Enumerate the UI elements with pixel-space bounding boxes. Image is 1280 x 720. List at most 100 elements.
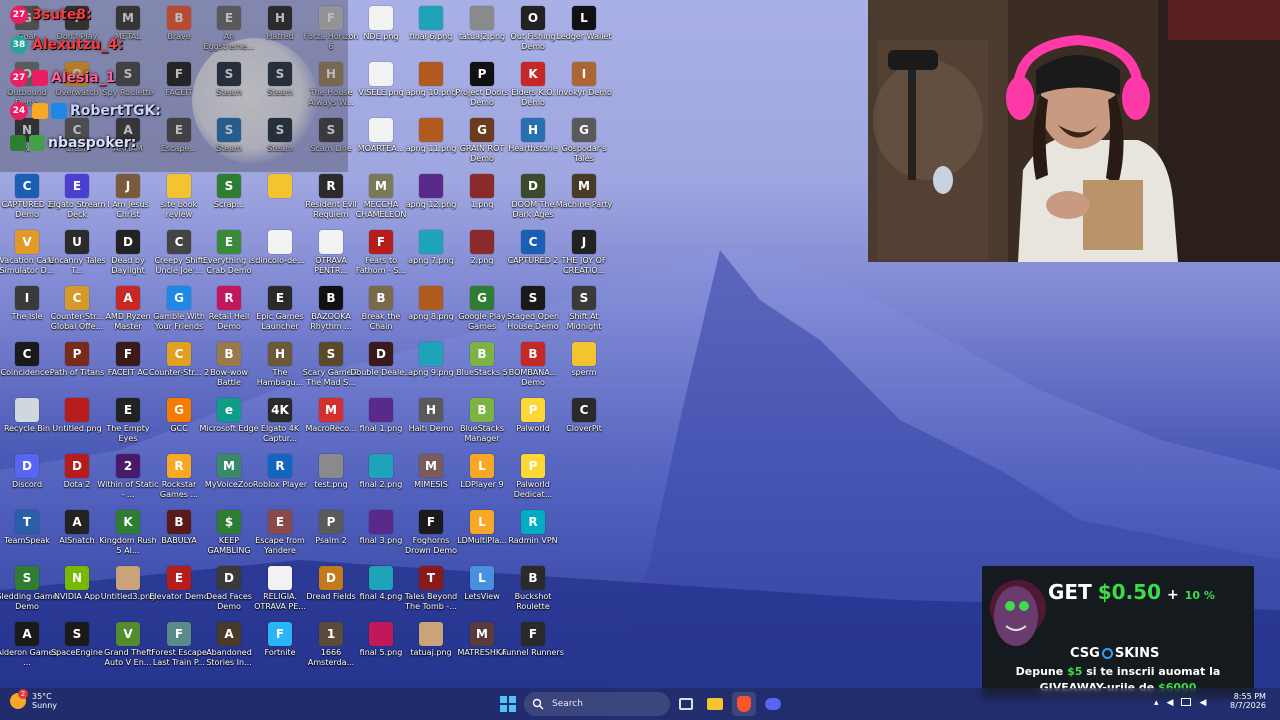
desktop-icon[interactable]: G GRAIN ROT Demo	[455, 114, 509, 170]
desktop-icon[interactable]: A Alderon Games ...	[0, 618, 58, 674]
desktop-icon[interactable]: L Ledger Wallet	[557, 2, 611, 58]
desktop-icon[interactable]: O Out Fishing Demo	[506, 2, 560, 58]
desktop-icon[interactable]	[253, 170, 307, 226]
desktop-icon[interactable]: 4K Elgato 4K Captur...	[253, 394, 307, 450]
desktop-icon[interactable]: G Gospodar's Tales	[557, 114, 611, 170]
desktop-icon[interactable]: K Elders K.O. Demo	[506, 58, 560, 114]
taskbar-file-explorer[interactable]	[703, 692, 727, 716]
desktop-icon[interactable]: D Discord	[0, 450, 54, 506]
desktop-icon[interactable]: C CAPTURED 2	[506, 226, 560, 282]
desktop-icon[interactable]: Recycle Bin	[0, 394, 54, 450]
desktop-icon[interactable]: tatuaj.png	[404, 618, 458, 674]
desktop-icon[interactable]: M MECCHA CHAMELEON	[354, 170, 408, 226]
desktop-icon[interactable]: Untitled3.png	[101, 562, 155, 618]
desktop-icon[interactable]: M MacroReco...	[304, 394, 358, 450]
desktop-icon[interactable]: L LetsView	[455, 562, 509, 618]
desktop-icon[interactable]: D Dread Fields	[304, 562, 358, 618]
taskbar-discord[interactable]	[761, 692, 785, 716]
taskbar-search-box[interactable]: Search	[524, 692, 670, 716]
desktop-icon[interactable]: C Coincidences	[0, 338, 54, 394]
desktop-icon[interactable]: B Buckshot Roulette	[506, 562, 560, 618]
desktop-icon[interactable]: final 6.png	[404, 2, 458, 58]
desktop-icon[interactable]: D DOOM The Dark Ages	[506, 170, 560, 226]
desktop-icon[interactable]: H The Hambagu...	[253, 338, 307, 394]
desktop-icon[interactable]: E Everything is Crab Demo	[202, 226, 256, 282]
desktop-icon[interactable]: apng 7.png	[404, 226, 458, 282]
desktop-icon[interactable]: S Scary Game 2 The Mad S...	[303, 338, 359, 394]
desktop-icon[interactable]: G Google Play Games	[455, 282, 509, 338]
desktop-icon[interactable]: S Scrap...	[202, 170, 256, 226]
desktop-icon[interactable]: N NVIDIA App	[50, 562, 104, 618]
desktop-icon[interactable]: I Invokyr Demo	[556, 58, 612, 114]
desktop-icon[interactable]: B BOMBANA... Demo	[506, 338, 560, 394]
desktop-icon[interactable]: P Palworld Dedicat...	[506, 450, 560, 506]
desktop-icon[interactable]: M MATRESHKA	[455, 618, 509, 674]
desktop-icon[interactable]: L LDPlayer 9	[455, 450, 509, 506]
desktop-icon[interactable]: 2.png	[455, 226, 509, 282]
desktop-icon[interactable]: JI Am Jesus Christ	[101, 170, 155, 226]
desktop-icon[interactable]: B BlueStacks 5	[455, 338, 509, 394]
desktop-icon[interactable]: e Microsoft Edge	[199, 394, 259, 450]
desktop-icon[interactable]: A AISnatch	[50, 506, 104, 562]
desktop-icon[interactable]: E Epic Games Launcher	[253, 282, 307, 338]
desktop-icon[interactable]: S Staged Open House Demo	[506, 282, 560, 338]
desktop-icon[interactable]: apng 11.png	[404, 114, 458, 170]
start-button[interactable]	[496, 692, 520, 716]
desktop-icon[interactable]: R Roblox Player	[253, 450, 307, 506]
desktop-icon[interactable]: site book review	[152, 170, 206, 226]
desktop-icon[interactable]: Untitled.png	[50, 394, 104, 450]
desktop-icon[interactable]: E Elgato Stream Deck	[49, 170, 105, 226]
desktop-icon[interactable]: T TeamSpeak	[0, 506, 54, 562]
desktop-icon[interactable]: B BlueStacks Manager	[455, 394, 509, 450]
volume-icon[interactable]: ◀	[1199, 698, 1206, 708]
taskbar-brave[interactable]	[732, 692, 756, 716]
desktop-icon[interactable]: T Tales Beyond The Tomb -...	[404, 562, 458, 618]
desktop-icon[interactable]: apng 8.png	[404, 282, 458, 338]
desktop-icon[interactable]: final 2.png	[354, 450, 408, 506]
desktop-icon[interactable]: F FACEIT AC	[101, 338, 155, 394]
speaker-icon[interactable]: ◀	[1167, 698, 1174, 708]
desktop-icon[interactable]: A AMD Ryzen Master	[101, 282, 155, 338]
desktop-icon[interactable]: 1.png	[455, 170, 509, 226]
desktop-icon[interactable]: D Dota 2	[50, 450, 104, 506]
taskbar-task-view[interactable]	[674, 692, 698, 716]
desktop-icon[interactable]: E Escape from Yandere	[253, 506, 307, 562]
desktop-icon[interactable]: tatuaj2.png	[455, 2, 509, 58]
desktop-icon[interactable]: P Project Doors Demo	[455, 58, 509, 114]
desktop-icon[interactable]: J THE JOY OF CREATIO...	[557, 226, 611, 282]
desktop-icon[interactable]: $ KEEP GAMBLING	[202, 506, 256, 562]
desktop-icon[interactable]: P Palworld	[506, 394, 560, 450]
network-icon[interactable]	[1181, 698, 1192, 706]
desktop-icon[interactable]: sperm	[557, 338, 611, 394]
desktop-icon[interactable]: D Double Deale...	[350, 338, 412, 394]
desktop-icon[interactable]: U Uncanny Tales T...	[48, 226, 106, 282]
desktop-icon[interactable]: P Path of Titans	[50, 338, 104, 394]
desktop-icon[interactable]: S Shift At Midnight	[557, 282, 611, 338]
desktop-icon[interactable]: S Sledding Game Demo	[0, 562, 58, 618]
desktop-icon[interactable]: C Counter-Str... Global Offe...	[50, 282, 104, 338]
desktop-icon[interactable]: B Break the Chain	[354, 282, 408, 338]
desktop-icon[interactable]: apng 9.png	[404, 338, 458, 394]
desktop-icon[interactable]: F Funnel Runners	[502, 618, 564, 674]
desktop-icon[interactable]: K Kingdom Rush 5 Al...	[99, 506, 157, 562]
desktop-icon[interactable]: R Radmin VPN	[506, 506, 560, 562]
desktop-icon[interactable]: R Rockstar Games ...	[152, 450, 206, 506]
desktop-icon[interactable]: final 5.png	[354, 618, 408, 674]
desktop-icon[interactable]: D Dead by Daylight	[101, 226, 155, 282]
desktop-icon[interactable]: R Retail Hell Demo	[202, 282, 256, 338]
desktop-icon[interactable]: M MIMESIS	[404, 450, 458, 506]
desktop-icon[interactable]: S SpaceEngine	[50, 618, 104, 674]
desktop-icon[interactable]: A Abandoned Stories In...	[202, 618, 256, 674]
clock[interactable]: 8:55 PM 8/7/2026	[1230, 692, 1266, 710]
desktop-icon[interactable]: P Psalm 2	[304, 506, 358, 562]
desktop-icon[interactable]: F Fortnite	[253, 618, 307, 674]
desktop-icon[interactable]: RELIGIA. OTRAVA PE...	[253, 562, 307, 618]
desktop-icon[interactable]: H Haiti Demo	[404, 394, 458, 450]
chevron-up-icon[interactable]: ▴	[1154, 698, 1159, 708]
desktop-icon[interactable]: G GCC	[152, 394, 206, 450]
desktop-icon[interactable]: B Bow-wow Battle	[202, 338, 256, 394]
desktop-icon[interactable]: M Machine Party	[556, 170, 612, 226]
desktop-icon[interactable]: 1 1666 Amsterda...	[304, 618, 358, 674]
desktop-icon[interactable]: F Fears to Fathom - S...	[354, 226, 408, 282]
desktop-icon[interactable]: F Foghorns Drown Demo	[404, 506, 458, 562]
